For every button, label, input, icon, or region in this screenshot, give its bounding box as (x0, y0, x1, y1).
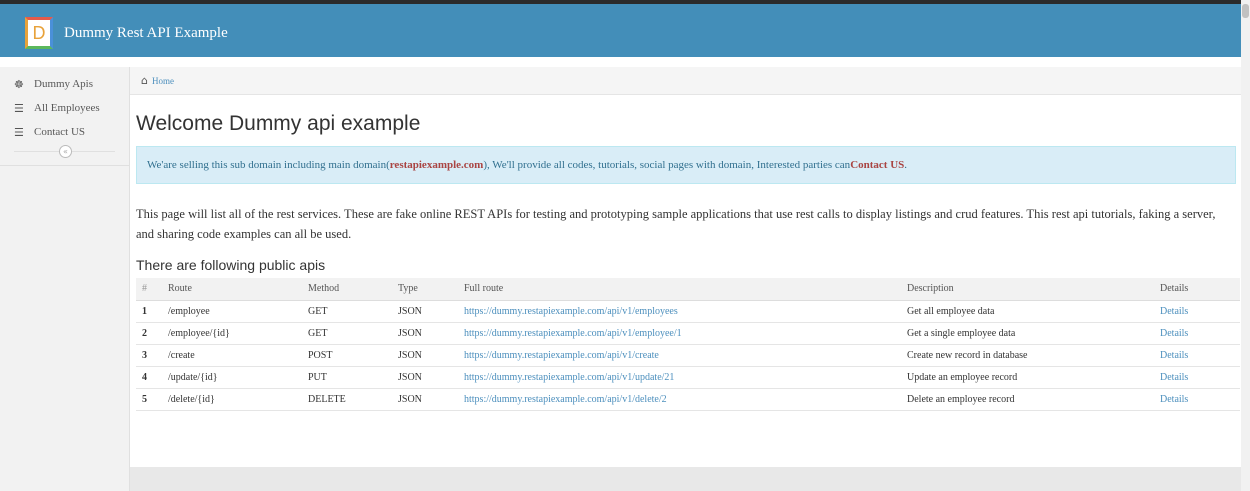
row-number: 1 (136, 300, 162, 323)
breadcrumb-home-link[interactable]: Home (152, 76, 174, 86)
row-type: JSON (392, 322, 458, 345)
row-method: DELETE (302, 388, 392, 411)
top-navbar: D Dummy Rest API Example (0, 0, 1241, 57)
row-description: Get a single employee data (901, 322, 1154, 345)
row-method: POST (302, 344, 392, 367)
section-title: There are following public apis (136, 257, 326, 273)
row-full-route-link[interactable]: https://dummy.restapiexample.com/api/v1/… (458, 366, 901, 389)
row-details-link[interactable]: Details (1154, 344, 1240, 367)
row-number: 3 (136, 344, 162, 367)
brand-title[interactable]: Dummy Rest API Example (64, 25, 228, 42)
footer (130, 467, 1241, 491)
row-number: 4 (136, 366, 162, 389)
table-row: 5 /delete/{id} DELETE JSON https://dummy… (136, 388, 1240, 411)
row-route: /create (162, 344, 302, 367)
row-type: JSON (392, 344, 458, 367)
row-full-route-link[interactable]: https://dummy.restapiexample.com/api/v1/… (458, 300, 901, 323)
home-icon: ⌂ (141, 74, 148, 87)
row-description: Update an employee record (901, 366, 1154, 389)
row-full-route-link[interactable]: https://dummy.restapiexample.com/api/v1/… (458, 322, 901, 345)
row-full-route-link[interactable]: https://dummy.restapiexample.com/api/v1/… (458, 388, 901, 411)
col-header-description: Description (901, 278, 1154, 301)
row-method: GET (302, 322, 392, 345)
col-header-route: Route (162, 278, 302, 301)
list-icon: ☰ (14, 125, 24, 139)
row-full-route-link[interactable]: https://dummy.restapiexample.com/api/v1/… (458, 344, 901, 367)
sidebar-item-contact-us[interactable]: ☰ Contact US (0, 120, 129, 144)
tachometer-icon: ☸ (14, 77, 24, 91)
scrollbar-thumb[interactable] (1242, 4, 1249, 18)
row-description: Delete an employee record (901, 388, 1154, 411)
row-route: /employee (162, 300, 302, 323)
sidebar-item-all-employees[interactable]: ☰ All Employees (0, 96, 129, 120)
row-route: /delete/{id} (162, 388, 302, 411)
row-description: Create new record in database (901, 344, 1154, 367)
col-header-number: # (136, 278, 162, 301)
col-header-full-route: Full route (458, 278, 901, 301)
sidebar-item-dummy-apis[interactable]: ☸ Dummy Apis (0, 72, 129, 96)
table-row: 2 /employee/{id} GET JSON https://dummy.… (136, 322, 1240, 345)
alert-text-suffix: . (904, 159, 908, 171)
collapse-left-icon[interactable]: « (59, 145, 72, 158)
alert-text-prefix: We'are selling this sub domain including… (147, 159, 390, 171)
table-row: 3 /create POST JSON https://dummy.restap… (136, 344, 1240, 367)
row-route: /update/{id} (162, 366, 302, 389)
intro-paragraph: This page will list all of the rest serv… (136, 207, 1216, 241)
row-details-link[interactable]: Details (1154, 322, 1240, 345)
sidebar-collapse: « (0, 144, 129, 166)
row-type: JSON (392, 366, 458, 389)
api-table: # Route Method Type Full route Descripti… (136, 278, 1240, 411)
col-header-method: Method (302, 278, 392, 301)
row-route: /employee/{id} (162, 322, 302, 345)
row-method: PUT (302, 366, 392, 389)
table-header-row: # Route Method Type Full route Descripti… (136, 278, 1240, 301)
page-scrollbar[interactable] (1241, 0, 1250, 491)
col-header-details: Details (1154, 278, 1240, 301)
row-details-link[interactable]: Details (1154, 388, 1240, 411)
row-type: JSON (392, 388, 458, 411)
breadcrumb: ⌂ Home (130, 67, 1241, 95)
list-icon: ☰ (14, 101, 24, 115)
logo-letter: D (25, 17, 53, 49)
row-type: JSON (392, 300, 458, 323)
row-description: Get all employee data (901, 300, 1154, 323)
sidebar-item-label: All Employees (34, 102, 100, 114)
col-header-type: Type (392, 278, 458, 301)
alert-text-middle: ), We'll provide all codes, tutorials, s… (483, 159, 851, 171)
sidebar-item-label: Contact US (34, 126, 86, 138)
brand-link[interactable]: D Dummy Rest API Example (20, 14, 228, 52)
table-row: 4 /update/{id} PUT JSON https://dummy.re… (136, 366, 1240, 389)
row-details-link[interactable]: Details (1154, 366, 1240, 389)
row-method: GET (302, 300, 392, 323)
row-details-link[interactable]: Details (1154, 300, 1240, 323)
info-alert: We'are selling this sub domain including… (136, 146, 1236, 184)
page-title: Welcome Dummy api example (136, 112, 421, 135)
table-row: 1 /employee GET JSON https://dummy.resta… (136, 300, 1240, 323)
sidebar-item-label: Dummy Apis (34, 78, 93, 90)
row-number: 5 (136, 388, 162, 411)
domain-highlight: restapiexample.com (389, 159, 484, 171)
logo-icon: D (20, 14, 58, 52)
sidebar: ☸ Dummy Apis ☰ All Employees ☰ Contact U… (0, 67, 130, 491)
row-number: 2 (136, 322, 162, 345)
contact-us-link[interactable]: Contact US (850, 159, 904, 171)
main-content: Welcome Dummy api example We'are selling… (136, 112, 1240, 411)
